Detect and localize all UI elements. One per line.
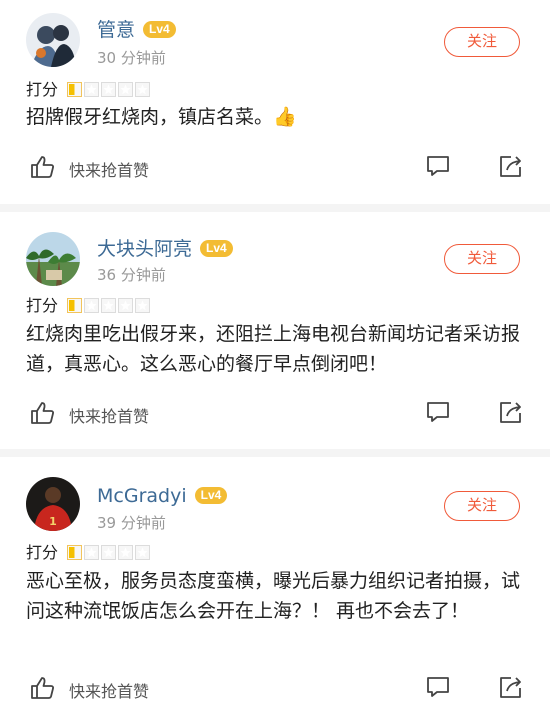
half-star-icon	[67, 297, 83, 313]
avatar[interactable]	[26, 13, 80, 67]
rating-label: 打分	[26, 543, 59, 562]
post-time: 39 分钟前	[97, 514, 166, 532]
follow-button[interactable]: 关注	[444, 27, 520, 57]
username-text[interactable]: 大块头阿亮	[97, 238, 192, 260]
review-text: 招牌假牙红烧肉，镇店名菜。👍	[26, 106, 297, 128]
empty-star-icon	[84, 81, 100, 97]
thumbs-up-icon[interactable]	[30, 675, 56, 701]
first-like-label[interactable]: 快来抢首赞	[69, 403, 149, 427]
rating-label: 打分	[26, 296, 59, 315]
share-icon[interactable]	[498, 675, 522, 699]
thumbs-up-icon[interactable]	[30, 154, 56, 180]
action-bar: 快来抢首赞	[0, 400, 550, 428]
username[interactable]: 管意 Lv4	[97, 18, 176, 42]
empty-star-icon	[101, 81, 117, 97]
review-text: 红烧肉里吃出假牙来，还阻拦上海电视台新闻坊记者采访报道，真恶心。这么恶心的餐厅早…	[26, 323, 521, 375]
first-like-label[interactable]: 快来抢首赞	[69, 678, 149, 702]
level-badge: Lv4	[194, 487, 228, 504]
comment-icon[interactable]	[426, 675, 450, 699]
action-bar: 快来抢首赞	[0, 154, 550, 182]
post-time: 36 分钟前	[97, 266, 166, 284]
thumbs-up-icon[interactable]	[30, 400, 56, 426]
avatar[interactable]: 1	[26, 477, 80, 531]
follow-button[interactable]: 关注	[444, 491, 520, 521]
post-time: 30 分钟前	[97, 49, 166, 67]
review-card: 大块头阿亮 Lv4 36 分钟前 关注 打分 红烧肉里吃出假牙来，还阻拦上海电视台…	[0, 212, 550, 449]
review-card: 1 McGradyi Lv4 39 分钟前 关注 打分 恶心至极，服务员态度蛮横，…	[0, 457, 550, 728]
avatar-photo-icon: 1	[26, 477, 80, 531]
action-bar: 快来抢首赞	[0, 675, 550, 703]
empty-star-icon	[118, 544, 134, 560]
rating: 打分	[26, 76, 152, 99]
rating: 打分	[26, 539, 152, 562]
first-like-label[interactable]: 快来抢首赞	[69, 157, 149, 181]
avatar[interactable]	[26, 232, 80, 286]
username-text[interactable]: McGradyi	[97, 485, 187, 507]
comment-icon[interactable]	[426, 154, 450, 178]
review-text: 恶心至极，服务员态度蛮横，曝光后暴力组织记者拍摄，试问这种流氓饭店怎么会开在上海…	[26, 570, 521, 622]
review-card: 管意 Lv4 30 分钟前 关注 打分 招牌假牙红烧肉，镇店名菜。👍 快来抢首赞	[0, 0, 550, 204]
avatar-illustration-icon	[26, 13, 80, 67]
empty-star-icon	[84, 544, 100, 560]
username[interactable]: McGradyi Lv4	[97, 484, 228, 508]
star-rating	[67, 542, 152, 561]
empty-star-icon	[135, 297, 151, 313]
empty-star-icon	[118, 81, 134, 97]
username-text[interactable]: 管意	[97, 19, 135, 41]
follow-button[interactable]: 关注	[444, 244, 520, 274]
level-badge: Lv4	[200, 240, 233, 257]
empty-star-icon	[101, 297, 117, 313]
share-icon[interactable]	[498, 400, 522, 424]
avatar-photo-icon	[26, 232, 80, 286]
empty-star-icon	[84, 297, 100, 313]
star-rating	[67, 79, 152, 98]
star-rating	[67, 295, 152, 314]
level-badge: Lv4	[143, 21, 176, 38]
comment-icon[interactable]	[426, 400, 450, 424]
empty-star-icon	[118, 297, 134, 313]
half-star-icon	[67, 544, 83, 560]
rating: 打分	[26, 292, 152, 315]
rating-label: 打分	[26, 80, 59, 99]
half-star-icon	[67, 81, 83, 97]
username[interactable]: 大块头阿亮 Lv4	[97, 237, 233, 261]
empty-star-icon	[135, 544, 151, 560]
share-icon[interactable]	[498, 154, 522, 178]
empty-star-icon	[135, 81, 151, 97]
empty-star-icon	[101, 544, 117, 560]
svg-text:1: 1	[49, 515, 57, 528]
